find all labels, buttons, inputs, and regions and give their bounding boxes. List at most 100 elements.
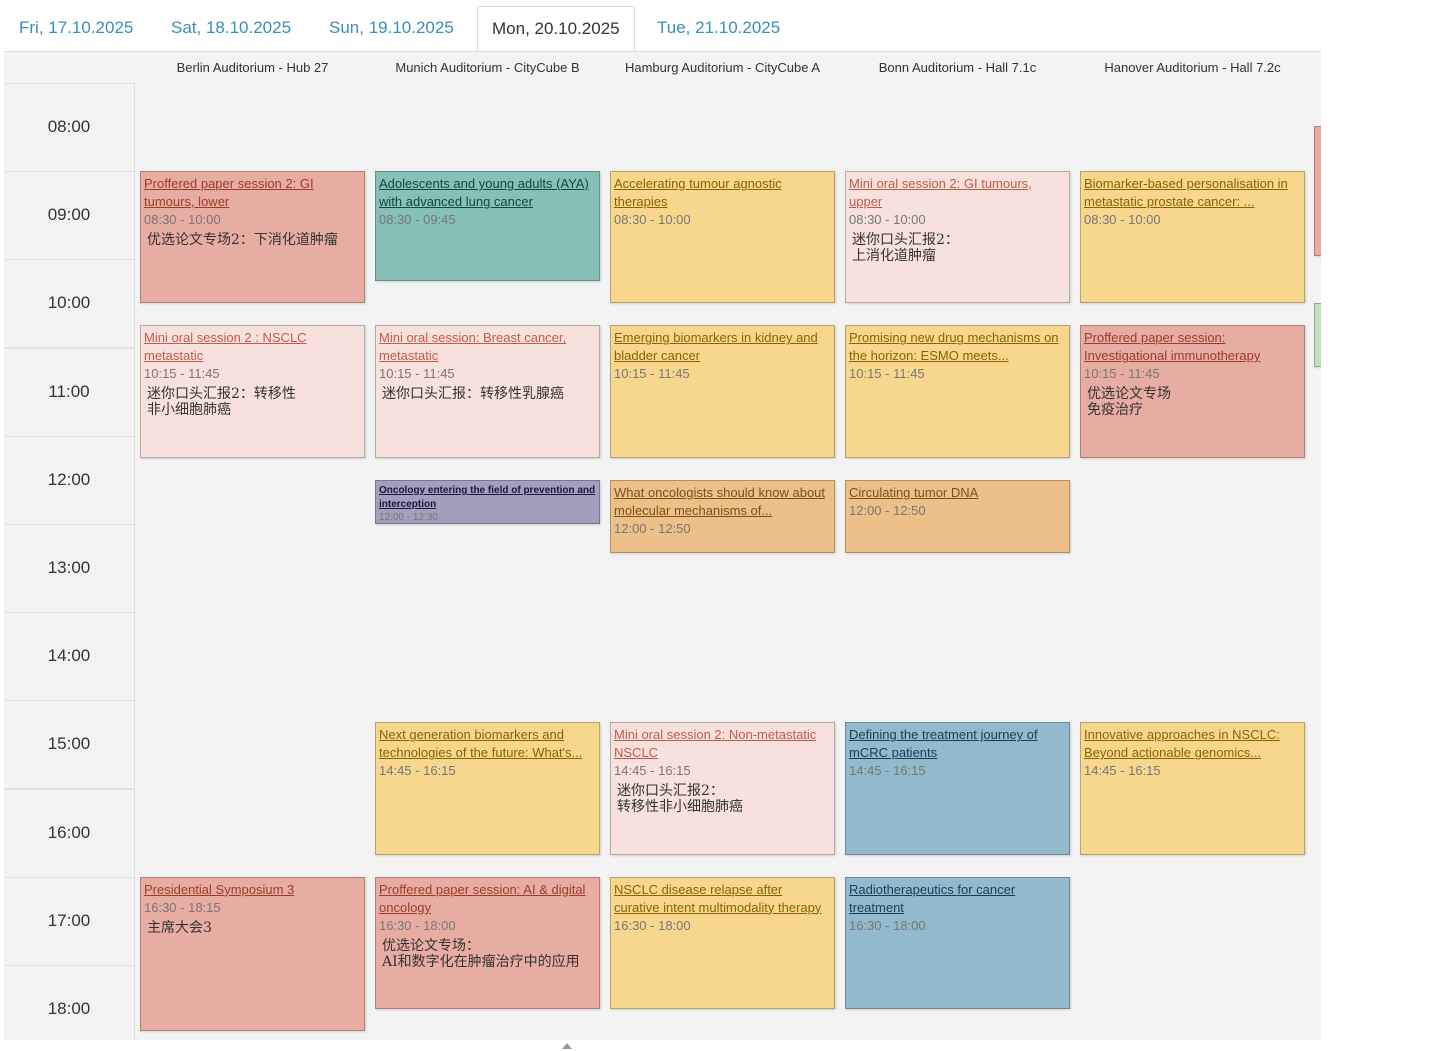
session-card[interactable]: Presidential Symposium 3 16:30 - 18:15 主席大… (140, 876, 365, 1032)
hour-divider (4, 788, 134, 790)
session-time: 16:30 - 18:15 (144, 899, 221, 915)
session-card[interactable]: Emerging biomarkers in kidney and bladde… (610, 325, 835, 458)
hour-divider (4, 524, 134, 525)
hour-label: 13:00 (47, 558, 91, 577)
hour-label: 11:00 (48, 381, 90, 401)
session-title-link[interactable]: Mini oral session: Breast cancer, metast… (379, 329, 596, 365)
session-card[interactable]: Accelerating tumour agnostic therapies 08… (610, 171, 835, 304)
session-card[interactable]: Proffered paper session: Investigational… (1080, 325, 1305, 458)
session-time: 12:00 - 12:50 (849, 502, 926, 518)
session-time: 12:00 - 12:30 (379, 511, 438, 523)
session-chinese-title: 迷你口头汇报：转移性乳腺癌 (382, 386, 564, 403)
room-header: Hamburg Auditorium - CityCube A (624, 60, 821, 75)
session-card[interactable]: Proffered paper session: AI & digital on… (375, 876, 600, 1009)
session-card[interactable]: Mini oral session 2: GI tumours, upper 08… (845, 171, 1070, 304)
hour-divider (4, 83, 134, 84)
hour-label: 16:00 (47, 822, 91, 842)
session-title-link[interactable]: Proffered paper session: AI & digital on… (379, 881, 596, 917)
session-title-link[interactable]: Circulating tumor DNA (849, 484, 1066, 502)
session-card[interactable]: Biomarker-based personalisation in metas… (1080, 171, 1305, 304)
hour-label: 12:00 (47, 469, 91, 489)
session-chinese-title: 迷你口头汇报2： 转移性非小细胞肺癌 (617, 783, 743, 816)
hour-divider (4, 612, 134, 614)
session-title-link[interactable]: Proffered paper session: Investigational… (1084, 329, 1301, 365)
hour-label: 15:00 (47, 734, 91, 754)
session-title-link[interactable]: Promising new drug mechanisms on the hor… (849, 329, 1066, 365)
session-time: 08:30 - 09:45 (379, 212, 456, 228)
hour-divider (4, 965, 134, 966)
time-column: 08:00 09:00 10:00 11:00 12:00 13:00 14:00 15:00… (4, 82, 135, 1040)
session-title-link[interactable]: Next generation biomarkers and technolog… (379, 726, 596, 762)
schedule-grid: 08:00 09:00 10:00 11:00 12:00 13:00 14:00 15:00… (4, 82, 1321, 1040)
session-title-link[interactable]: Innovative approaches in NSCLC: Beyond a… (1084, 726, 1301, 762)
hour-divider (4, 700, 134, 702)
room-header: Bonn Auditorium - Hall 7.1c (878, 60, 1037, 75)
session-title-link[interactable]: Accelerating tumour agnostic therapies (614, 175, 831, 211)
session-card[interactable]: NSCLC disease relapse after curative int… (610, 876, 835, 1009)
session-time: 10:15 - 11:45 (144, 366, 220, 382)
session-chinese-title: 优选论文专场： AI和数字化在肿瘤治疗中的应用 (382, 937, 580, 970)
session-card[interactable]: Proffered paper session 2: GI tumours, l… (140, 171, 365, 304)
hour-divider (4, 171, 134, 173)
session-time: 10:15 - 11:45 (1084, 366, 1160, 382)
scroll-up-icon[interactable] (562, 1043, 572, 1049)
room-header-row: Berlin Auditorium - Hub 27 Munich Auditor… (4, 52, 1321, 83)
session-title-link[interactable]: Mini oral session 2 : NSCLC metastatic (144, 329, 361, 365)
session-title-link[interactable]: Presidential Symposium 3 (144, 881, 361, 899)
session-time: 08:30 - 10:00 (144, 212, 221, 228)
session-time: 14:45 - 16:15 (614, 763, 691, 779)
session-title-link[interactable]: Proffered paper session 2: GI tumours, l… (144, 175, 361, 211)
session-time: 10:15 - 11:45 (379, 366, 455, 382)
session-card[interactable]: Mini oral session 2: Non-metastatic NSCL… (610, 722, 835, 855)
day-tab[interactable]: Sat, 18.10.2025 (157, 6, 305, 52)
session-card[interactable]: Adolescents and young adults (AYA) with … (375, 171, 600, 282)
day-tab[interactable]: Tue, 21.10.2025 (643, 6, 794, 52)
day-tab[interactable]: Mon, 20.10.2025 (477, 6, 635, 52)
session-chinese-title: 迷你口头汇报2： 上消化道肿瘤 (852, 232, 959, 265)
session-title-link[interactable]: Emerging biomarkers in kidney and bladde… (614, 329, 831, 365)
offscreen-event-partial[interactable] (1314, 303, 1321, 367)
session-title-link[interactable]: What oncologists should know about molec… (614, 484, 831, 520)
hour-label: 17:00 (47, 910, 91, 930)
room-header: Berlin Auditorium - Hub 27 (176, 60, 329, 75)
room-header: Munich Auditorium - CityCube B (395, 60, 580, 75)
session-chinese-title: 优选论文专场 免疫治疗 (1087, 386, 1171, 419)
session-time: 16:30 - 18:00 (849, 917, 926, 933)
hour-label: 09:00 (47, 205, 91, 225)
session-card[interactable]: Circulating tumor DNA 12:00 - 12:50 (845, 479, 1070, 554)
day-tab[interactable]: Fri, 17.10.2025 (5, 6, 147, 52)
day-tab[interactable]: Sun, 19.10.2025 (315, 6, 468, 52)
session-card[interactable]: Next generation biomarkers and technolog… (375, 722, 600, 855)
session-title-link[interactable]: Defining the treatment journey of mCRC p… (849, 726, 1066, 762)
offscreen-event-partial[interactable] (1314, 126, 1321, 256)
hour-divider (4, 259, 134, 261)
session-card[interactable]: Promising new drug mechanisms on the hor… (845, 325, 1070, 458)
session-card[interactable]: Innovative approaches in NSCLC: Beyond a… (1080, 722, 1305, 855)
hour-label: 10:00 (47, 293, 91, 313)
session-time: 12:00 - 12:50 (614, 520, 691, 536)
session-time: 08:30 - 10:00 (1084, 212, 1161, 228)
session-time: 10:15 - 11:45 (614, 366, 690, 382)
session-time: 14:45 - 16:15 (1084, 763, 1161, 779)
session-title-link[interactable]: Adolescents and young adults (AYA) with … (379, 175, 596, 211)
session-card[interactable]: What oncologists should know about molec… (610, 479, 835, 554)
session-title-link[interactable]: NSCLC disease relapse after curative int… (614, 881, 831, 917)
session-title-link[interactable]: Radiotherapeutics for cancer treatment (849, 881, 1066, 917)
session-card[interactable]: Defining the treatment journey of mCRC p… (845, 722, 1070, 855)
session-time: 08:30 - 10:00 (849, 212, 926, 228)
session-title-link[interactable]: Mini oral session 2: Non-metastatic NSCL… (614, 726, 831, 762)
session-chinese-title: 迷你口头汇报2：转移性 非小细胞肺癌 (147, 386, 296, 419)
hour-divider (4, 876, 134, 878)
hour-divider (4, 435, 134, 437)
session-title-link[interactable]: Mini oral session 2: GI tumours, upper (849, 175, 1066, 211)
hour-label: 14:00 (47, 646, 91, 666)
session-card[interactable]: Radiotherapeutics for cancer treatment 16… (845, 876, 1070, 1009)
session-card[interactable]: Mini oral session 2 : NSCLC metastatic 10… (140, 325, 365, 458)
session-title-link[interactable]: Biomarker-based personalisation in metas… (1084, 175, 1301, 211)
session-card[interactable]: Oncology entering the field of preventio… (375, 479, 600, 524)
session-chinese-title: 主席大会3 (147, 919, 212, 936)
hour-label: 18:00 (47, 999, 91, 1018)
session-card[interactable]: Mini oral session: Breast cancer, metast… (375, 325, 600, 458)
session-title-link[interactable]: Oncology entering the field of preventio… (379, 484, 596, 512)
room-header: Hanover Auditorium - Hall 7.2c (1104, 60, 1281, 75)
